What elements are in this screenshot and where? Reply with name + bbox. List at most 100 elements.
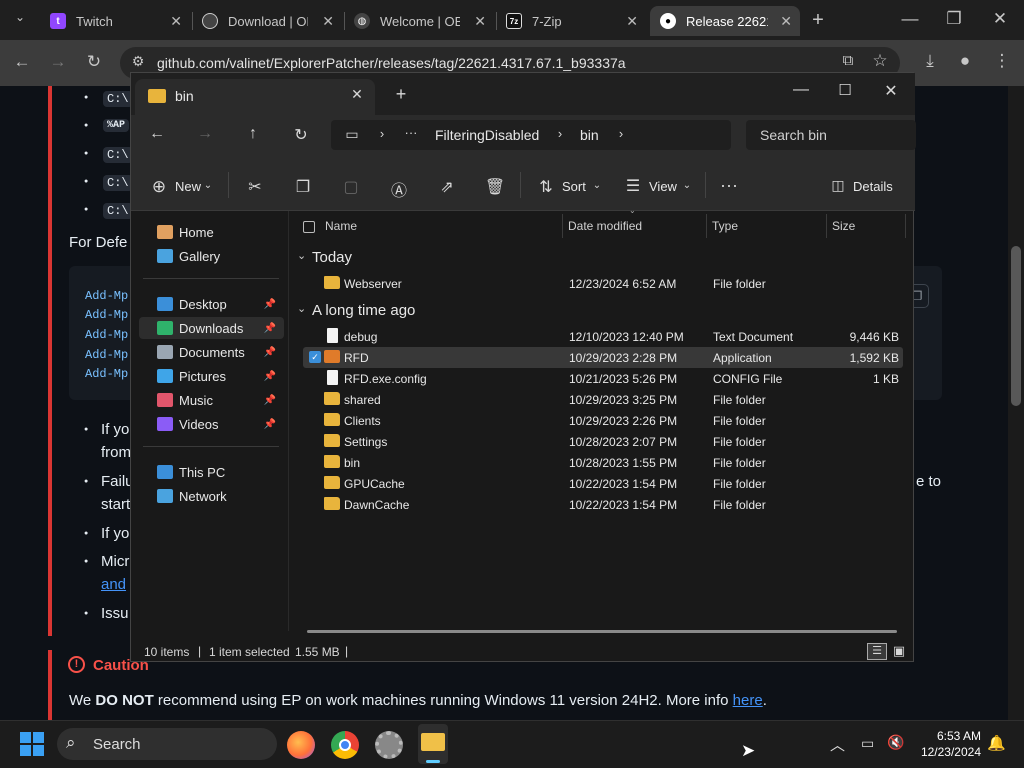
rename-icon[interactable]: Ⓐ: [388, 177, 410, 201]
new-plus-icon[interactable]: ⊕: [148, 177, 170, 197]
explorer-tab-bin[interactable]: [135, 79, 375, 115]
nav-item-documents[interactable]: Documents 📌: [139, 341, 284, 363]
group-header-long-time-ago[interactable]: A long time ago: [312, 302, 415, 319]
new-tab-icon[interactable]: +: [390, 84, 412, 105]
pin-icon[interactable]: 📌: [264, 371, 276, 382]
bookmark-star-icon[interactable]: ☆: [868, 51, 892, 71]
view-button[interactable]: View: [649, 179, 677, 194]
column-header-size[interactable]: Size: [832, 219, 855, 233]
chrome-icon[interactable]: [331, 731, 359, 759]
more-locations-icon[interactable]: ···: [400, 125, 422, 140]
pin-icon[interactable]: 📌: [264, 299, 276, 310]
pin-icon[interactable]: 📌: [264, 323, 276, 334]
link[interactable]: and: [101, 576, 126, 593]
nav-item-network[interactable]: Network: [139, 485, 284, 507]
clock-time[interactable]: 6:53 AM: [921, 729, 981, 743]
chevron-down-icon[interactable]: ⌄: [676, 180, 698, 191]
tab-search-chevron-icon[interactable]: ⌄: [8, 10, 32, 24]
minimize-icon[interactable]: —: [898, 9, 922, 29]
select-all-checkbox[interactable]: [303, 221, 315, 233]
sort-button[interactable]: Sort: [562, 179, 586, 194]
browser-tab-release[interactable]: ● Release 22621.4317.67.1_b93337a ✕: [650, 6, 800, 36]
browser-tab-twitch[interactable]: t Twitch ✕: [40, 6, 190, 36]
file-row[interactable]: Settings 10/28/2023 2:07 PM File folder: [303, 431, 903, 452]
maximize-icon[interactable]: ☐: [834, 81, 856, 99]
group-header-today[interactable]: Today: [312, 249, 352, 266]
copy-icon[interactable]: ❐: [292, 177, 314, 197]
back-arrow-icon[interactable]: ←: [146, 125, 168, 143]
close-icon[interactable]: ✕: [780, 13, 792, 30]
chevron-down-icon[interactable]: ⌄: [197, 180, 219, 191]
sort-icon[interactable]: ⇅: [535, 177, 557, 197]
breadcrumb-bin[interactable]: bin: [580, 127, 599, 143]
browser-tab-welcome-obs[interactable]: ◍ Welcome | OBS ✕: [344, 6, 494, 36]
restore-icon[interactable]: ❐: [942, 9, 966, 29]
back-arrow-icon[interactable]: ←: [10, 52, 34, 72]
nav-item-home[interactable]: Home: [139, 221, 284, 243]
chevron-down-icon[interactable]: ⌄: [297, 302, 306, 315]
close-icon[interactable]: ✕: [322, 13, 334, 30]
nav-item-downloads[interactable]: Downloads 📌: [139, 317, 284, 339]
chevron-right-icon[interactable]: ›: [610, 126, 632, 141]
file-row[interactable]: debug 12/10/2023 12:40 PM Text Document …: [303, 326, 903, 347]
view-icon[interactable]: ☰: [622, 176, 644, 196]
details-pane-icon[interactable]: ◫: [827, 177, 849, 194]
file-row[interactable]: Webserver 12/23/2024 6:52 AM File folder: [303, 273, 903, 294]
more-options-icon[interactable]: ···: [718, 175, 740, 196]
nav-item-videos[interactable]: Videos 📌: [139, 413, 284, 435]
firefox-icon[interactable]: [287, 731, 315, 759]
nav-item-this-pc[interactable]: This PC: [139, 461, 284, 483]
pin-icon[interactable]: 📌: [264, 395, 276, 406]
profile-icon[interactable]: ●: [953, 51, 977, 71]
paste-icon[interactable]: ▢: [340, 177, 362, 197]
nav-item-gallery[interactable]: Gallery: [139, 245, 284, 267]
delete-icon[interactable]: 🗑: [484, 177, 506, 197]
pin-icon[interactable]: 📌: [264, 419, 276, 430]
install-app-icon[interactable]: ⧉: [836, 52, 860, 69]
file-row[interactable]: Clients 10/29/2023 2:26 PM File folder: [303, 410, 903, 431]
windows-start-icon[interactable]: [20, 732, 44, 756]
nav-item-music[interactable]: Music 📌: [139, 389, 284, 411]
file-row[interactable]: DawnCache 10/22/2023 1:54 PM File folder: [303, 494, 903, 515]
close-tab-icon[interactable]: ✕: [346, 86, 368, 103]
breadcrumb-filteringdisabled[interactable]: FilteringDisabled: [435, 127, 539, 143]
up-arrow-icon[interactable]: ↑: [242, 125, 264, 143]
column-header-name[interactable]: Name: [325, 219, 357, 233]
horizontal-scrollbar[interactable]: [307, 630, 897, 633]
details-button[interactable]: Details: [853, 179, 893, 194]
file-row[interactable]: GPUCache 10/22/2023 1:54 PM File folder: [303, 473, 903, 494]
reload-icon[interactable]: ↻: [82, 52, 106, 72]
large-icons-view-icon[interactable]: ▣: [891, 643, 907, 660]
column-header-date-modified[interactable]: Date modified: [568, 219, 642, 233]
file-row[interactable]: ✓ RFD 10/29/2023 2:28 PM Application 1,5…: [303, 347, 903, 368]
chevron-right-icon[interactable]: ›: [549, 126, 571, 141]
forward-arrow-icon[interactable]: →: [46, 52, 70, 72]
file-row[interactable]: RFD.exe.config 10/21/2023 5:26 PM CONFIG…: [303, 368, 903, 389]
notification-bell-icon[interactable]: 🔔: [987, 734, 1006, 752]
forward-arrow-icon[interactable]: →: [194, 125, 216, 143]
search-input[interactable]: Search bin: [760, 127, 827, 143]
settings-gear-icon[interactable]: [375, 731, 403, 759]
file-explorer-taskbar-button[interactable]: [418, 724, 448, 764]
checkbox-checked-icon[interactable]: ✓: [309, 351, 321, 363]
share-icon[interactable]: ⇗: [436, 177, 458, 197]
file-row[interactable]: shared 10/29/2023 3:25 PM File folder: [303, 389, 903, 410]
chevron-down-icon[interactable]: ⌄: [297, 249, 306, 262]
chevron-up-icon[interactable]: ︿: [830, 734, 845, 755]
nav-item-desktop[interactable]: Desktop 📌: [139, 293, 284, 315]
page-scrollbar-thumb[interactable]: [1011, 246, 1021, 406]
close-icon[interactable]: ✕: [626, 13, 638, 30]
download-icon[interactable]: ⤓: [918, 51, 942, 71]
taskbar-search-label[interactable]: Search: [93, 736, 141, 753]
browser-tab-download-obs[interactable]: Download | OBS ✕: [192, 6, 342, 36]
new-tab-button[interactable]: +: [806, 9, 830, 32]
nav-item-pictures[interactable]: Pictures 📌: [139, 365, 284, 387]
cut-icon[interactable]: ✂: [244, 177, 266, 197]
url-text[interactable]: github.com/valinet/ExplorerPatcher/relea…: [157, 55, 626, 71]
close-window-icon[interactable]: ✕: [988, 9, 1012, 29]
network-status-icon[interactable]: ▭: [861, 735, 874, 752]
details-view-icon[interactable]: ☰: [867, 643, 887, 660]
close-icon[interactable]: ✕: [170, 13, 182, 30]
file-row[interactable]: bin 10/28/2023 1:55 PM File folder: [303, 452, 903, 473]
refresh-icon[interactable]: ↻: [290, 125, 312, 145]
